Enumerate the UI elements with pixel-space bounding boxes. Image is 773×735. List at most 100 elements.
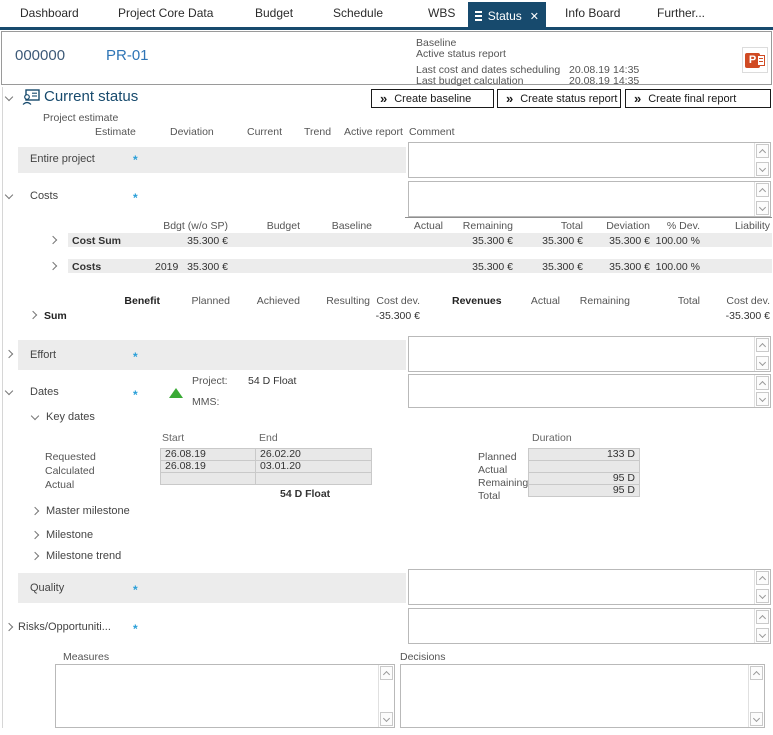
- scroll-down-button[interactable]: [380, 712, 393, 726]
- tab-info-board[interactable]: Info Board: [565, 0, 620, 27]
- col-benefit: Benefit: [80, 295, 160, 307]
- scroll-down-button[interactable]: [756, 201, 769, 215]
- scroll-up-button[interactable]: [756, 338, 769, 352]
- costs-label: Costs: [30, 190, 58, 202]
- actual-end-cell[interactable]: [255, 472, 372, 485]
- benefit-sum-label: Sum: [44, 310, 67, 322]
- scroll-down-icon: [759, 630, 766, 637]
- actual-start-cell[interactable]: [160, 472, 256, 485]
- scrollbar[interactable]: [754, 375, 770, 407]
- milestone-label[interactable]: Milestone: [46, 529, 93, 541]
- scroll-up-button[interactable]: [756, 571, 769, 585]
- tab-wbs[interactable]: WBS: [428, 0, 455, 27]
- dates-mms-label: MMS:: [192, 396, 219, 408]
- effort-comment-box[interactable]: [408, 336, 771, 372]
- tab-budget[interactable]: Budget: [255, 0, 293, 27]
- create-final-report-label: Create final report: [648, 93, 736, 105]
- scroll-down-button[interactable]: [750, 712, 763, 726]
- double-chevron-icon: »: [634, 92, 641, 105]
- scroll-up-button[interactable]: [756, 376, 769, 390]
- scroll-down-button[interactable]: [756, 628, 769, 642]
- chevron-down-icon[interactable]: [5, 191, 13, 199]
- create-status-report-button[interactable]: » Create status report: [497, 89, 621, 108]
- scrollbar[interactable]: [754, 570, 770, 604]
- scroll-up-button[interactable]: [756, 183, 769, 197]
- scroll-up-icon: [759, 343, 766, 350]
- tab-schedule[interactable]: Schedule: [333, 0, 383, 27]
- scrollbar[interactable]: [378, 665, 394, 727]
- costs-bdgt: 35.300 €: [148, 261, 228, 273]
- chevron-right-icon[interactable]: [31, 552, 39, 560]
- effort-label: Effort: [30, 349, 56, 361]
- total-duration-cell[interactable]: 95 D: [528, 484, 640, 497]
- decisions-textarea[interactable]: [400, 664, 765, 728]
- scroll-down-button[interactable]: [756, 589, 769, 603]
- scroll-up-button[interactable]: [750, 666, 763, 680]
- chevron-right-icon[interactable]: [31, 507, 39, 515]
- col-pct-dev: % Dev.: [620, 220, 700, 232]
- create-final-report-button[interactable]: » Create final report: [625, 89, 771, 108]
- tab-dashboard[interactable]: Dashboard: [20, 0, 79, 27]
- create-baseline-button[interactable]: » Create baseline: [371, 89, 494, 108]
- quality-comment-box[interactable]: [408, 569, 771, 605]
- scroll-up-icon: [759, 615, 766, 622]
- chevron-right-icon[interactable]: [49, 236, 57, 244]
- dates-comment-box[interactable]: [408, 374, 771, 408]
- risks-comment-box[interactable]: [408, 608, 771, 644]
- blue-asterisk-icon: *: [133, 388, 138, 402]
- costs-comment-box[interactable]: [408, 181, 771, 217]
- col-active-report: Active report: [344, 126, 403, 138]
- chevron-down-icon[interactable]: [5, 93, 13, 101]
- chevron-down-icon[interactable]: [5, 387, 13, 395]
- scroll-up-icon: [383, 671, 390, 678]
- chevron-right-icon[interactable]: [5, 350, 13, 358]
- master-milestone-label[interactable]: Master milestone: [46, 505, 130, 517]
- measures-textarea[interactable]: [55, 664, 395, 728]
- total-label: Total: [478, 490, 500, 502]
- scroll-up-icon: [759, 149, 766, 156]
- entire-project-comment-box[interactable]: [408, 142, 771, 178]
- scroll-down-button[interactable]: [756, 392, 769, 406]
- active-status-report-label: Active status report: [416, 48, 506, 60]
- dates-project-label: Project:: [192, 375, 228, 387]
- col-bdgt-wo-sp: Bdgt (w/o SP): [148, 220, 228, 232]
- key-dates-start-header: Start: [162, 432, 184, 444]
- chevron-right-icon[interactable]: [49, 262, 57, 270]
- scroll-down-button[interactable]: [756, 356, 769, 370]
- powerpoint-slide: [757, 55, 765, 66]
- tab-status-active[interactable]: Status ✕: [468, 2, 546, 30]
- chevron-right-icon[interactable]: [31, 531, 39, 539]
- milestone-trend-label[interactable]: Milestone trend: [46, 550, 121, 562]
- scroll-up-button[interactable]: [380, 666, 393, 680]
- scroll-up-button[interactable]: [756, 144, 769, 158]
- tab-status-label: Status: [488, 9, 522, 23]
- tab-project-core-data[interactable]: Project Core Data: [118, 0, 213, 27]
- menu-icon[interactable]: [475, 9, 482, 23]
- duration-actual-label: Actual: [478, 464, 507, 476]
- col-current: Current: [247, 126, 282, 138]
- col-achieved: Achieved: [220, 295, 300, 307]
- scrollbar[interactable]: [754, 337, 770, 371]
- scroll-down-button[interactable]: [756, 162, 769, 176]
- project-id[interactable]: PR-01: [106, 47, 149, 64]
- chevron-right-icon[interactable]: [5, 623, 13, 631]
- tab-further[interactable]: Further...: [657, 0, 705, 27]
- blue-asterisk-icon: *: [133, 350, 138, 364]
- costs-remaining: 35.300 €: [433, 261, 513, 273]
- risks-label: Risks/Opportuniti...: [18, 621, 111, 633]
- create-baseline-label: Create baseline: [394, 93, 471, 105]
- scroll-up-button[interactable]: [756, 610, 769, 624]
- powerpoint-icon[interactable]: P: [742, 47, 768, 73]
- close-icon[interactable]: ✕: [530, 10, 539, 23]
- scrollbar[interactable]: [748, 665, 764, 727]
- actual-label: Actual: [45, 479, 74, 491]
- scrollbar[interactable]: [754, 182, 770, 216]
- scrollbar[interactable]: [754, 143, 770, 177]
- chevron-right-icon[interactable]: [29, 311, 37, 319]
- scrollbar[interactable]: [754, 609, 770, 643]
- cost-sum-label: Cost Sum: [72, 235, 121, 247]
- chevron-down-icon[interactable]: [31, 412, 39, 420]
- scroll-up-icon: [753, 671, 760, 678]
- dates-label: Dates: [30, 386, 59, 398]
- scroll-down-icon: [759, 591, 766, 598]
